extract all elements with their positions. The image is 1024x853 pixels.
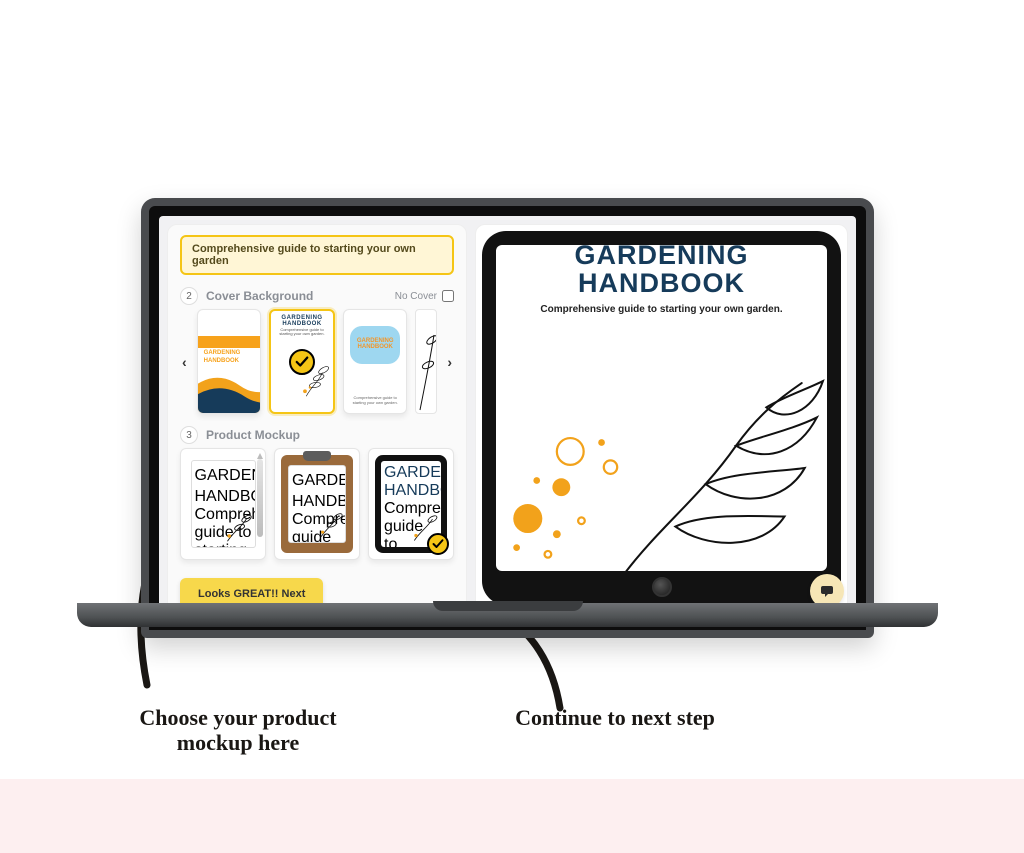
no-cover-checkbox[interactable] xyxy=(442,290,454,302)
preview-subtitle: Comprehensive guide to starting your own… xyxy=(514,304,809,315)
mockup-tablet[interactable]: GARDENING HANDBOOK Comprehensive guide t… xyxy=(368,448,454,560)
mockup-book[interactable]: GARDENING HANDBOOK Comprehensive guide t… xyxy=(180,448,266,560)
mockA-t1: GARDENING xyxy=(195,467,252,485)
preview-title-2: HANDBOOK xyxy=(578,268,745,298)
mockB-t1: GARDENING xyxy=(292,472,342,490)
laptop-base xyxy=(77,603,938,627)
cover2-sub: Comprehensive guide to starting your own… xyxy=(275,328,329,337)
cover-prev-arrow[interactable]: ‹ xyxy=(180,352,189,372)
config-panel: Comprehensive guide to starting your own… xyxy=(167,224,467,612)
cover-section-title: Cover Background xyxy=(206,289,387,303)
cover-option-4-peek[interactable] xyxy=(415,309,437,414)
cover-option-2[interactable]: GARDENING HANDBOOK Comprehensive guide t… xyxy=(269,309,335,414)
preview-panel: GARDENING HANDBOOK Comprehensive guide t… xyxy=(475,224,848,612)
tagline-input[interactable]: Comprehensive guide to starting your own… xyxy=(180,235,454,275)
step-2-badge: 2 xyxy=(180,287,198,305)
cover3-title2: HANDBOOK xyxy=(358,344,393,350)
mockup-section-title: Product Mockup xyxy=(206,428,454,442)
no-cover-label: No Cover xyxy=(395,291,437,302)
mockup-clipboard[interactable]: GARDENING HANDBOOK Comprehensive guide t… xyxy=(274,448,360,560)
section-product-mockup: 3 Product Mockup GARDENING HANDBOOK Comp… xyxy=(180,426,454,560)
pen-icon xyxy=(257,459,263,537)
cover3-sub: Comprehensive guide to starting your own… xyxy=(352,395,398,405)
mockC-t2: HANDBOOK xyxy=(384,482,438,500)
check-icon xyxy=(289,349,315,375)
cover-option-1[interactable]: GARDENING HANDBOOK xyxy=(197,309,261,414)
cover-option-3[interactable]: GARDENINGHANDBOOK Comprehensive guide to… xyxy=(343,309,407,414)
clipboard-clip-icon xyxy=(303,451,331,461)
no-cover-toggle[interactable]: No Cover xyxy=(395,290,454,302)
mockC-t1: GARDENING xyxy=(384,464,438,482)
section-cover-background: 2 Cover Background No Cover ‹ xyxy=(180,287,454,414)
laptop-bezel: Comprehensive guide to starting your own… xyxy=(141,198,874,638)
footer-pink-strip xyxy=(0,779,1024,853)
leaf-illustration xyxy=(595,375,827,571)
step-3-badge: 3 xyxy=(180,426,198,444)
laptop-device: Comprehensive guide to starting your own… xyxy=(133,163,882,673)
check-icon xyxy=(427,533,449,555)
annotation-continue: Continue to next step xyxy=(465,705,765,730)
tagline-text: Comprehensive guide to starting your own… xyxy=(192,243,416,267)
annotation-mockup: Choose your productmockup here xyxy=(108,705,368,756)
chat-icon xyxy=(819,583,835,599)
cover-next-arrow[interactable]: › xyxy=(445,352,454,372)
app-screen: Comprehensive guide to starting your own… xyxy=(159,216,856,620)
preview-cover: GARDENING HANDBOOK Comprehensive guide t… xyxy=(496,245,827,571)
preview-tablet-frame: GARDENING HANDBOOK Comprehensive guide t… xyxy=(482,231,841,605)
cover1-title1: GARDENING xyxy=(204,350,241,356)
cover1-title2: HANDBOOK xyxy=(204,358,239,364)
tablet-home-button-icon xyxy=(652,577,672,597)
preview-title-1: GARDENING xyxy=(574,245,748,270)
